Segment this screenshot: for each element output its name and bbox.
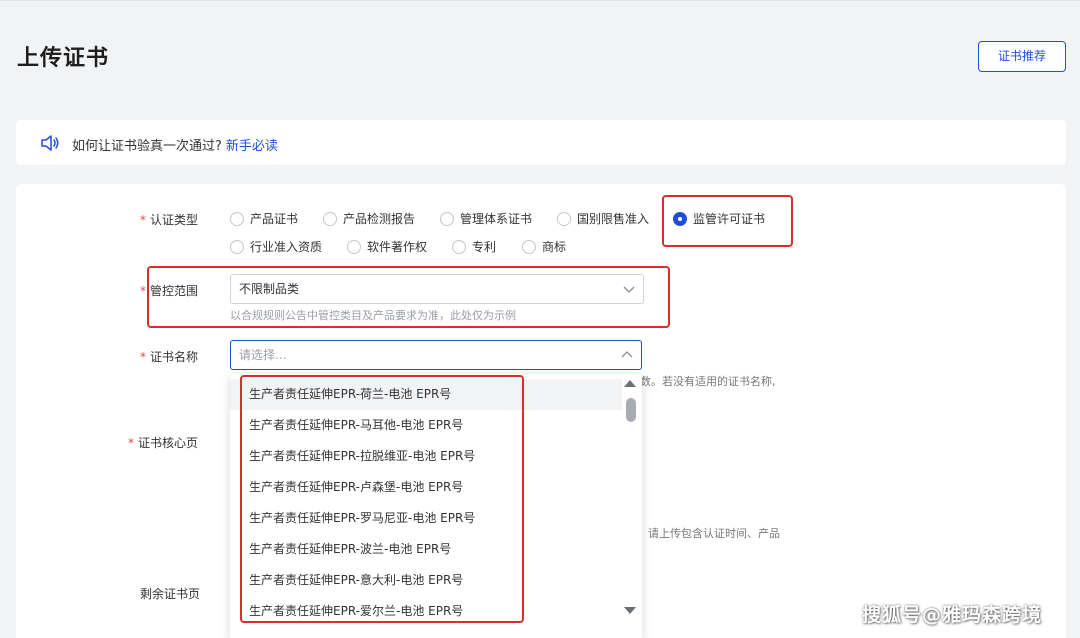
core-page-hint: 请上传包含认证时间、产品 [648, 527, 780, 540]
cert-name-select[interactable]: 请选择... [230, 340, 642, 370]
required-mark: * [140, 213, 146, 227]
cert-name-label: * 证书名称 [140, 350, 199, 364]
radio-industry-access[interactable]: 行业准入资质 [230, 238, 322, 255]
radio-country-restricted-access[interactable]: 国别限售准入 [557, 210, 649, 227]
watermark: 搜狐号@雅玛森跨境 [862, 604, 1043, 626]
control-scope-select[interactable]: 不限制品类 [230, 274, 644, 304]
scroll-down-arrow-icon[interactable] [623, 606, 637, 616]
required-mark: * [128, 436, 134, 450]
radio-software-copyright[interactable]: 软件著作权 [347, 238, 427, 255]
notice-question: 如何让证书验真一次通过? [72, 139, 222, 154]
radio-product-test-report[interactable]: 产品检测报告 [323, 210, 415, 227]
scrollbar-thumb[interactable] [626, 398, 636, 422]
radio-circle [230, 211, 244, 226]
scroll-up-arrow-icon[interactable] [623, 378, 637, 388]
dropdown-option[interactable]: 生产者责任延伸EPR-拉脱维亚-电池 EPR号 [230, 441, 622, 472]
core-page-label: * 证书核心页 [128, 436, 199, 450]
cert-name-placeholder: 请选择... [239, 348, 287, 362]
required-mark: * [140, 284, 146, 298]
dropdown-option[interactable]: 生产者责任延伸EPR-罗马尼亚-电池 EPR号 [230, 503, 622, 534]
remaining-pages-label: 剩余证书页 [140, 587, 201, 601]
top-divider [0, 0, 1080, 1]
notice-text: 如何让证书验真一次通过? 新手必读 [72, 135, 278, 154]
radio-circle [323, 211, 337, 226]
cert-type-label: * 认证类型 [140, 213, 199, 227]
radio-circle [347, 239, 361, 254]
control-scope-label: * 管控范围 [140, 284, 199, 298]
radio-circle [522, 239, 536, 254]
chevron-down-icon [623, 286, 635, 293]
radio-circle [230, 239, 244, 254]
dropdown-option[interactable]: 生产者责任延伸EPR-马耳他-电池 EPR号 [230, 410, 622, 441]
radio-circle [452, 239, 466, 254]
radio-circle [440, 211, 454, 226]
dropdown-option[interactable]: 生产者责任延伸EPR-波兰-电池 EPR号 [230, 534, 622, 565]
radio-management-system-cert[interactable]: 管理体系证书 [440, 210, 532, 227]
speaker-icon [41, 135, 59, 151]
radio-regulatory-license-cert[interactable]: 监管许可证书 [673, 210, 765, 227]
cert-name-dropdown[interactable]: 生产者责任延伸EPR-荷兰-电池 EPR号 生产者责任延伸EPR-马耳他-电池 … [230, 374, 642, 638]
radio-product-cert[interactable]: 产品证书 [230, 210, 298, 227]
dropdown-option[interactable]: 生产者责任延伸EPR-意大利-电池 EPR号 [230, 565, 622, 596]
radio-trademark[interactable]: 商标 [522, 238, 566, 255]
notice-bar: 如何让证书验真一次通过? 新手必读 [16, 120, 1066, 165]
control-scope-hint: 以合规规则公告中管控类目及产品要求为准，此处仅为示例 [230, 309, 516, 322]
cert-recommend-button[interactable]: 证书推荐 [978, 41, 1066, 72]
radio-circle-checked [673, 211, 687, 226]
dropdown-option[interactable]: 生产者责任延伸EPR-荷兰-电池 EPR号 [230, 379, 622, 410]
page-title: 上传证书 [17, 46, 110, 71]
chevron-up-icon [621, 351, 633, 358]
dropdown-option[interactable]: 生产者责任延伸EPR-爱尔兰-电池 EPR号 [230, 596, 622, 627]
radio-circle [557, 211, 571, 226]
control-scope-value: 不限制品类 [239, 282, 300, 296]
dropdown-option[interactable]: 生产者责任延伸EPR-卢森堡-电池 EPR号 [230, 472, 622, 503]
required-mark: * [140, 350, 146, 364]
beginner-guide-link[interactable]: 新手必读 [226, 139, 278, 154]
cert-name-hint: 数。若没有适用的证书名称, [640, 375, 776, 388]
radio-patent[interactable]: 专利 [452, 238, 496, 255]
